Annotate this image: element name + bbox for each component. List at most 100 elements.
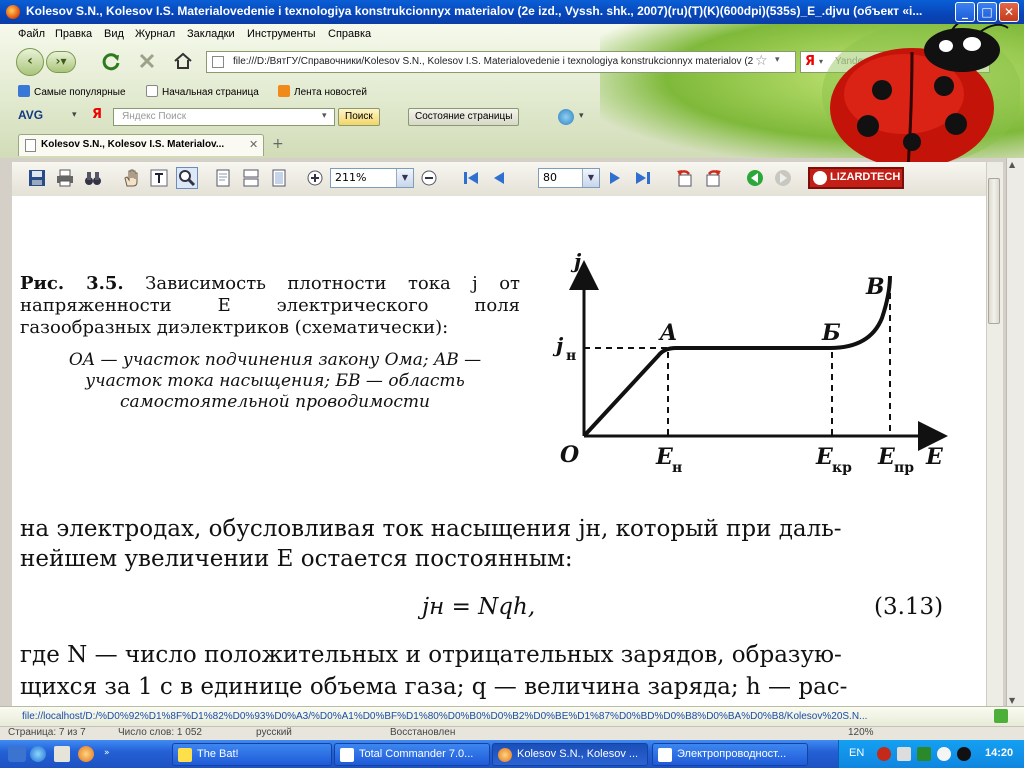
scroll-up-icon[interactable]: ▲	[1009, 160, 1015, 169]
origin-label: O	[560, 442, 579, 468]
first-page-icon[interactable]	[460, 167, 482, 189]
word-icon[interactable]	[54, 746, 70, 762]
yandex-toolbar-logo[interactable]: Я	[92, 107, 102, 122]
close-button[interactable]: ✕	[999, 2, 1019, 22]
tray-clock-app-icon[interactable]	[957, 747, 971, 761]
tab-document[interactable]: Kolesov S.N., Kolesov I.S. Materialov...…	[18, 134, 264, 156]
avg-dropdown-icon[interactable]: ▾	[72, 110, 77, 120]
text-select-icon[interactable]	[148, 167, 170, 189]
bookmark-label: Самые популярные	[34, 87, 126, 98]
bookmark-news-feed[interactable]: Лента новостей	[278, 85, 367, 98]
rotate-left-icon[interactable]	[674, 167, 696, 189]
hand-icon[interactable]	[120, 167, 142, 189]
task-total-commander[interactable]: Total Commander 7.0...	[334, 743, 490, 766]
last-page-icon[interactable]	[632, 167, 654, 189]
task-label: Kolesov S.N., Kolesov ...	[517, 748, 639, 760]
menu-file[interactable]: Файл	[18, 28, 45, 40]
page-dropdown-icon[interactable]: ▼	[582, 169, 599, 187]
new-tab-button[interactable]: +	[272, 136, 284, 152]
rotate-right-icon[interactable]	[702, 167, 724, 189]
show-desktop-icon[interactable]	[8, 746, 26, 762]
volume-icon[interactable]	[937, 747, 951, 761]
reload-icon[interactable]	[100, 50, 122, 72]
document-scrollbar-thumb[interactable]	[988, 178, 1000, 324]
single-page-icon[interactable]	[212, 167, 234, 189]
equation: jн = Nqh,	[422, 594, 536, 620]
globe-icon[interactable]	[558, 109, 574, 125]
task-the-bat[interactable]: The Bat!	[172, 743, 332, 766]
jn-subscript: н	[566, 348, 576, 364]
page-select[interactable]: 80 ▼	[538, 168, 600, 188]
avg-search-dropdown-icon[interactable]: ▾	[322, 111, 327, 121]
forward-button[interactable]: ›▾	[46, 51, 76, 73]
page-count: Страница: 7 из 7	[8, 727, 86, 738]
url-bar[interactable]: file:///D:/ВятГУ/Справочники/Kolesov S.N…	[206, 51, 796, 73]
firefox-quicklaunch-icon[interactable]	[78, 746, 94, 762]
avg-logo[interactable]: AVG	[18, 108, 43, 122]
tab-close-icon[interactable]: ✕	[249, 138, 258, 151]
jn-label: j	[552, 333, 564, 357]
menu-bookmarks[interactable]: Закладки	[187, 28, 235, 40]
forward-disabled-icon[interactable]	[772, 167, 794, 189]
print-icon[interactable]	[54, 167, 76, 189]
language: русский	[256, 727, 292, 738]
equation-number: (3.13)	[874, 594, 944, 620]
avg-search-input[interactable]: Яндекс Поиск ▾	[113, 108, 335, 126]
bookmark-start-page[interactable]: Начальная страница	[146, 85, 259, 98]
zoom-out-icon[interactable]	[418, 167, 440, 189]
back-green-icon[interactable]	[744, 167, 766, 189]
zoom-value: 211%	[335, 171, 367, 184]
menu-view[interactable]: Вид	[104, 28, 124, 40]
clock[interactable]: 14:20	[985, 747, 1013, 759]
zoom-dropdown-icon[interactable]: ▼	[396, 169, 413, 187]
page-status-button[interactable]: Состояние страницы	[408, 108, 520, 126]
language-indicator[interactable]: EN	[849, 747, 864, 759]
zoom-tool-icon[interactable]	[176, 167, 198, 189]
figure-caption-label: Рис. 3.5.	[20, 273, 124, 294]
body-line-4: щихся за 1 с в единице объема газа; q — …	[20, 674, 848, 700]
next-page-icon[interactable]	[604, 167, 626, 189]
stop-icon[interactable]	[136, 50, 158, 72]
binoculars-icon[interactable]	[82, 167, 104, 189]
back-button[interactable]: ‹	[16, 48, 44, 76]
bookmark-label: Лента новостей	[294, 87, 367, 98]
fit-page-icon[interactable]	[268, 167, 290, 189]
browser-scrollbar[interactable]: ▲ ▼	[1006, 158, 1024, 710]
ladybug-image	[812, 20, 1022, 169]
avg-search-placeholder: Яндекс Поиск	[122, 111, 187, 122]
globe-dropdown-icon[interactable]: ▾	[579, 111, 584, 121]
point-b-label: Б	[821, 320, 841, 346]
star-icon[interactable]: ☆	[755, 53, 768, 69]
save-icon[interactable]	[26, 167, 48, 189]
maximize-button[interactable]: □	[977, 2, 997, 22]
bookmark-most-visited[interactable]: Самые популярные	[18, 85, 126, 98]
djvu-toolbar: 211% ▼ 80 ▼ LIZARDTECH	[12, 162, 986, 197]
task-word-document[interactable]: Электропроводност...	[652, 743, 808, 766]
menu-help[interactable]: Справка	[328, 28, 371, 40]
menu-edit[interactable]: Правка	[55, 28, 92, 40]
ie-icon[interactable]	[30, 746, 46, 762]
y-axis-label: j	[570, 252, 582, 273]
page-value: 80	[543, 171, 557, 184]
scroll-down-icon[interactable]: ▼	[1009, 696, 1015, 705]
minimize-button[interactable]: _	[955, 2, 975, 22]
antivirus-icon[interactable]	[917, 747, 931, 761]
lizardtech-logo[interactable]: LIZARDTECH	[808, 167, 904, 189]
tray-app-icon[interactable]	[877, 747, 891, 761]
menu-history[interactable]: Журнал	[135, 28, 175, 40]
window-title-bar[interactable]: Kolesov S.N., Kolesov I.S. Materialovede…	[0, 0, 1024, 24]
continuous-page-icon[interactable]	[240, 167, 262, 189]
avg-status-icon[interactable]	[994, 709, 1008, 723]
previous-page-icon[interactable]	[488, 167, 510, 189]
document-page[interactable]: Рис. 3.5. Зависимость плотности тока j о…	[12, 196, 986, 706]
home-icon[interactable]	[172, 50, 194, 72]
task-firefox[interactable]: Kolesov S.N., Kolesov ...	[492, 743, 648, 766]
avg-search-button[interactable]: Поиск	[338, 108, 380, 126]
url-dropdown-icon[interactable]: ▾	[775, 55, 780, 65]
zoom-select[interactable]: 211% ▼	[330, 168, 414, 188]
network-icon[interactable]	[897, 747, 911, 761]
quicklaunch-more-icon[interactable]: »	[104, 748, 110, 758]
zoom-in-icon[interactable]	[304, 167, 326, 189]
menu-tools[interactable]: Инструменты	[247, 28, 316, 40]
tab-label: Kolesov S.N., Kolesov I.S. Materialov...	[41, 139, 225, 150]
